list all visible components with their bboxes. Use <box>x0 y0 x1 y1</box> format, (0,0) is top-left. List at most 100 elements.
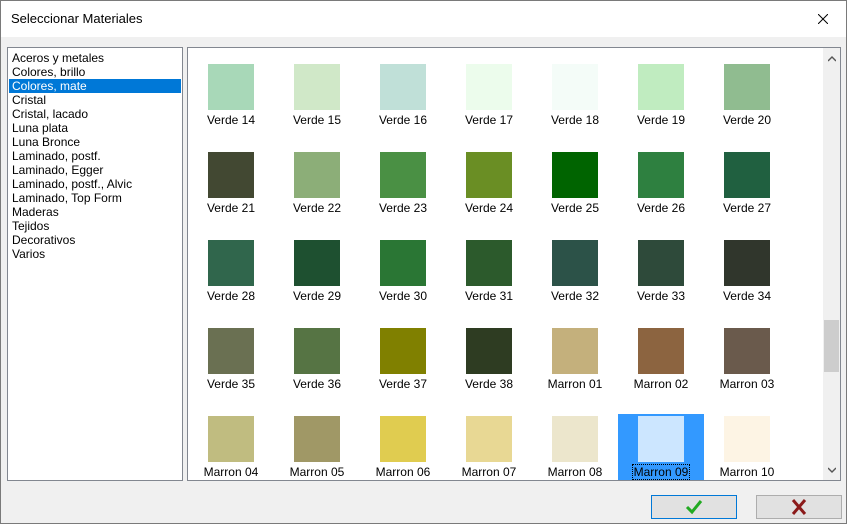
color-swatch <box>208 416 254 462</box>
swatch-cell[interactable]: Marron 08 <box>532 416 618 480</box>
swatch-cell[interactable]: Marron 02 <box>618 328 704 416</box>
swatch-cell[interactable]: Marron 05 <box>274 416 360 480</box>
category-item[interactable]: Cristal <box>9 93 181 107</box>
swatch-label: Verde 17 <box>446 113 532 127</box>
swatch-cell[interactable]: Verde 28 <box>188 240 274 328</box>
swatch-label: Marron 06 <box>360 465 446 479</box>
window-title: Seleccionar Materiales <box>11 11 143 26</box>
swatch-cell[interactable]: Verde 33 <box>618 240 704 328</box>
swatch-cell[interactable]: Verde 22 <box>274 152 360 240</box>
category-item[interactable]: Laminado, postf., Alvic <box>9 177 181 191</box>
swatch-label: Marron 01 <box>532 377 618 391</box>
color-swatch <box>724 64 770 110</box>
swatch-cell[interactable]: Verde 14 <box>188 64 274 152</box>
swatch-label: Verde 33 <box>618 289 704 303</box>
category-item[interactable]: Maderas <box>9 205 181 219</box>
close-icon <box>818 14 828 24</box>
vertical-scrollbar[interactable] <box>823 48 840 480</box>
category-item[interactable]: Tejidos <box>9 219 181 233</box>
category-item[interactable]: Decorativos <box>9 233 181 247</box>
swatch-cell[interactable]: Verde 26 <box>618 152 704 240</box>
swatch-label: Verde 19 <box>618 113 704 127</box>
swatch-cell[interactable]: Verde 24 <box>446 152 532 240</box>
swatch-cell[interactable]: Verde 34 <box>704 240 790 328</box>
swatch-label: Verde 21 <box>188 201 274 215</box>
swatch-cell[interactable]: Marron 06 <box>360 416 446 480</box>
swatch-cell[interactable]: Verde 27 <box>704 152 790 240</box>
swatch-cell[interactable]: Verde 18 <box>532 64 618 152</box>
swatch-label: Verde 34 <box>704 289 790 303</box>
color-swatch <box>724 240 770 286</box>
swatch-cell[interactable]: Verde 36 <box>274 328 360 416</box>
swatch-cell[interactable]: Verde 31 <box>446 240 532 328</box>
close-button[interactable] <box>800 1 846 37</box>
swatch-cell[interactable]: Verde 25 <box>532 152 618 240</box>
swatch-label: Verde 36 <box>274 377 360 391</box>
color-swatch <box>638 64 684 110</box>
scroll-thumb[interactable] <box>824 320 839 372</box>
swatch-label-text: Verde 27 <box>722 201 772 215</box>
category-item[interactable]: Colores, brillo <box>9 65 181 79</box>
color-swatch <box>380 152 426 198</box>
swatch-cell[interactable]: Verde 23 <box>360 152 446 240</box>
swatch-label: Verde 32 <box>532 289 618 303</box>
swatch-cell[interactable]: Marron 10 <box>704 416 790 480</box>
cancel-button[interactable] <box>756 495 842 519</box>
swatch-label: Marron 09 <box>618 464 704 480</box>
swatch-cell[interactable]: Verde 30 <box>360 240 446 328</box>
swatch-cell[interactable]: Verde 15 <box>274 64 360 152</box>
category-item[interactable]: Laminado, postf. <box>9 149 181 163</box>
color-swatch <box>638 152 684 198</box>
color-swatch <box>380 328 426 374</box>
chevron-down-icon <box>827 467 836 473</box>
category-item[interactable]: Colores, mate <box>9 79 181 93</box>
swatch-label: Verde 35 <box>188 377 274 391</box>
swatch-cell[interactable]: Verde 17 <box>446 64 532 152</box>
swatch-label: Verde 18 <box>532 113 618 127</box>
category-item[interactable]: Aceros y metales <box>9 51 181 65</box>
swatch-cell[interactable]: Verde 32 <box>532 240 618 328</box>
color-swatch <box>294 328 340 374</box>
swatch-label-text: Verde 20 <box>722 113 772 127</box>
swatch-label-text: Marron 06 <box>375 465 431 479</box>
swatch-label-text: Verde 38 <box>464 377 514 391</box>
swatch-label-text: Verde 17 <box>464 113 514 127</box>
swatch-label-text: Verde 34 <box>722 289 772 303</box>
category-list[interactable]: Aceros y metales Colores, brillo Colores, … <box>7 47 183 481</box>
swatch-cell[interactable]: Marron 03 <box>704 328 790 416</box>
swatch-cell[interactable]: Verde 16 <box>360 64 446 152</box>
color-swatch <box>208 240 254 286</box>
swatch-cell[interactable]: Marron 04 <box>188 416 274 480</box>
swatch-cell[interactable]: Verde 21 <box>188 152 274 240</box>
swatch-label-text: Marron 07 <box>461 465 517 479</box>
swatch-cell[interactable]: Marron 07 <box>446 416 532 480</box>
swatch-cell[interactable]: Verde 37 <box>360 328 446 416</box>
ok-button[interactable] <box>651 495 737 519</box>
swatch-cell[interactable]: Verde 38 <box>446 328 532 416</box>
swatch-label: Verde 24 <box>446 201 532 215</box>
color-swatch <box>466 240 512 286</box>
swatch-cell[interactable]: Verde 19 <box>618 64 704 152</box>
swatch-cell[interactable]: Verde 29 <box>274 240 360 328</box>
category-item[interactable]: Laminado, Top Form <box>9 191 181 205</box>
swatch-cell[interactable]: Marron 01 <box>532 328 618 416</box>
scroll-down-button[interactable] <box>823 461 840 478</box>
swatch-label-text: Verde 23 <box>378 201 428 215</box>
swatch-panel[interactable]: Verde 14 Verde 15 Verde 16 Verde 17 Verde 18… <box>187 47 841 481</box>
category-item[interactable]: Luna Bronce <box>9 135 181 149</box>
color-swatch <box>552 240 598 286</box>
swatch-label-text: Verde 14 <box>206 113 256 127</box>
swatch-label: Marron 03 <box>704 377 790 391</box>
swatch-cell[interactable]: Marron 09 <box>618 414 704 480</box>
category-item[interactable]: Varios <box>9 247 181 261</box>
swatch-label-text: Verde 18 <box>550 113 600 127</box>
color-swatch <box>294 416 340 462</box>
swatch-label-text: Verde 21 <box>206 201 256 215</box>
swatch-label: Verde 23 <box>360 201 446 215</box>
category-item[interactable]: Luna plata <box>9 121 181 135</box>
swatch-cell[interactable]: Verde 35 <box>188 328 274 416</box>
category-item[interactable]: Cristal, lacado <box>9 107 181 121</box>
scroll-up-button[interactable] <box>823 50 840 67</box>
category-item[interactable]: Laminado, Egger <box>9 163 181 177</box>
swatch-cell[interactable]: Verde 20 <box>704 64 790 152</box>
